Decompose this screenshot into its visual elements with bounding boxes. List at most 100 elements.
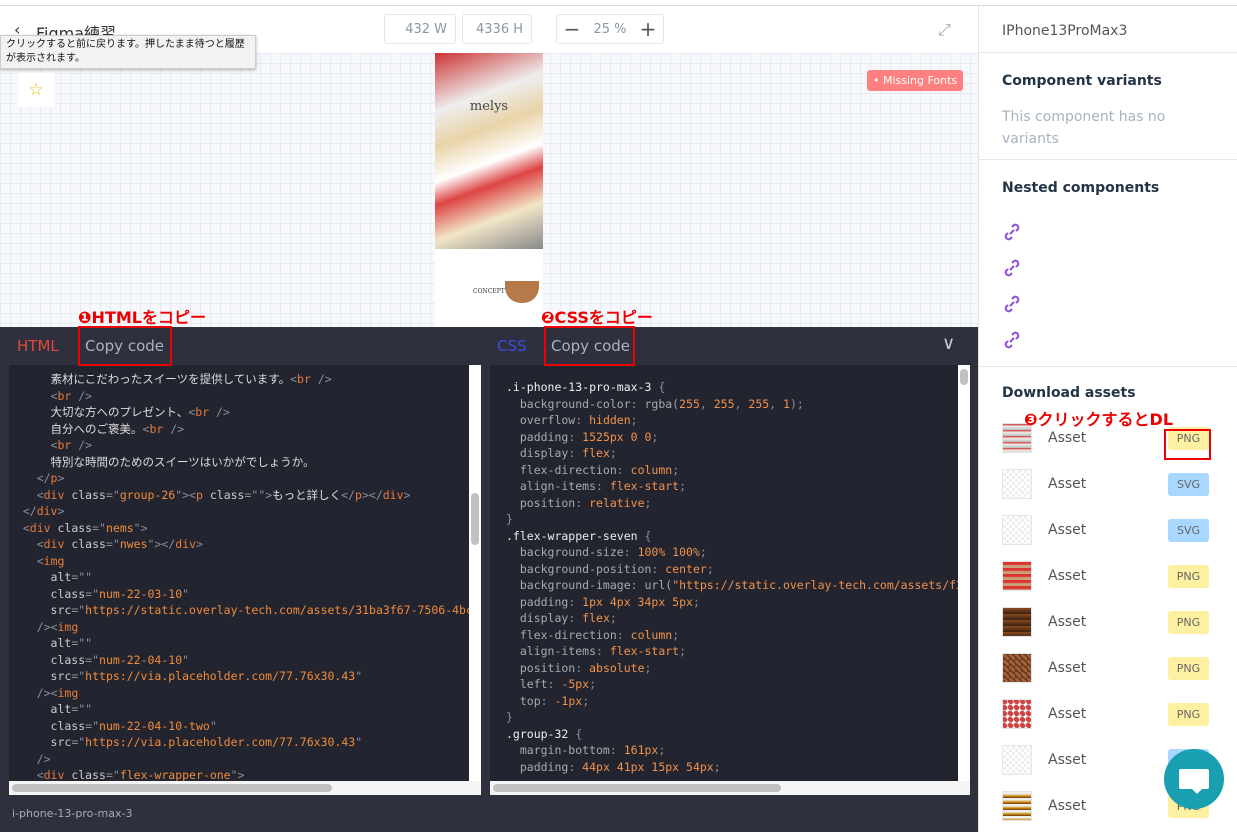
css-horizontal-scrollbar[interactable] xyxy=(490,781,970,795)
link-icon[interactable] xyxy=(1002,322,1214,358)
code-token: > xyxy=(57,504,65,518)
download-png-button[interactable]: PNG xyxy=(1168,656,1209,680)
code-token: : xyxy=(616,627,631,642)
code-token: src xyxy=(9,669,72,683)
asset-row: Asset PNG xyxy=(1002,645,1237,691)
code-line: /><img xyxy=(9,619,481,636)
code-token: -1px xyxy=(554,693,583,708)
download-png-button[interactable]: PNG xyxy=(1168,702,1209,726)
width-field[interactable]: 432 W xyxy=(384,14,456,44)
code-token: position xyxy=(506,660,576,675)
code-token: src xyxy=(9,735,72,749)
link-icon[interactable] xyxy=(1002,250,1214,286)
zoom-out-button[interactable]: − xyxy=(564,17,581,41)
code-token: class xyxy=(64,537,106,551)
code-token: num-22-04-10-two xyxy=(99,718,210,733)
code-token: /> xyxy=(71,388,93,403)
code-token: , xyxy=(734,396,749,411)
code-line: background-size: 100% 100%; xyxy=(506,544,970,561)
code-line: <br /> xyxy=(9,388,481,405)
code-line: 素材にこだわったスイーツを提供しています。<br /> xyxy=(9,371,481,388)
code-token: img xyxy=(43,553,65,568)
code-token: p xyxy=(195,487,203,502)
code-token: ="" xyxy=(71,570,93,584)
code-token: 255 xyxy=(713,396,735,411)
code-token: class xyxy=(9,586,86,601)
code-token: 特別な時間のためのスイーツはいかがでしょうか。 xyxy=(9,454,315,469)
code-token: flex-start xyxy=(609,644,680,658)
code-token: : xyxy=(596,644,610,658)
chat-button[interactable] xyxy=(1164,749,1224,809)
code-token: "> xyxy=(133,520,148,535)
frame-preview[interactable]: melys CONCEPT xyxy=(435,53,543,327)
code-line: background-position: center; xyxy=(506,561,970,578)
design-canvas[interactable]: ☆ melys CONCEPT • Missing Fonts xyxy=(0,53,978,327)
code-token: : xyxy=(630,396,645,411)
code-token: , xyxy=(769,396,784,411)
preview-concept: CONCEPT xyxy=(473,288,505,295)
code-token: < xyxy=(9,438,58,452)
code-token: ; xyxy=(644,495,652,510)
code-token: ; xyxy=(582,693,590,708)
chevron-down-icon[interactable]: ∨ xyxy=(942,333,955,354)
code-line: src="https://via.placeholder.com/77.76x3… xyxy=(9,734,481,751)
tab-css[interactable]: CSS xyxy=(497,337,527,355)
code-token: class xyxy=(64,487,106,502)
code-line: position: relative; xyxy=(506,495,970,512)
code-token: : xyxy=(616,462,631,477)
code-line: padding: 1525px 0 0; xyxy=(506,429,970,446)
code-line: .i-phone-13-pro-max-3 { xyxy=(506,379,970,396)
code-token: } xyxy=(506,512,513,526)
code-token: < xyxy=(290,372,298,386)
asset-thumbnail xyxy=(1002,791,1032,821)
code-token: 1525px 0 0 xyxy=(582,429,652,444)
tab-html[interactable]: HTML xyxy=(17,337,59,355)
selected-layer-name: i-phone-13-pro-max-3 xyxy=(12,807,133,820)
asset-name: Asset xyxy=(1048,752,1087,768)
asset-row: Asset PNG xyxy=(1002,691,1237,737)
variants-section: Component variants This component has no… xyxy=(979,53,1237,160)
asset-thumbnail xyxy=(1002,653,1032,683)
code-line: align-items: flex-start; xyxy=(506,643,970,660)
asset-row: Asset SVG xyxy=(1002,507,1237,553)
zoom-in-button[interactable]: + xyxy=(640,17,657,41)
download-svg-button[interactable]: SVG xyxy=(1168,518,1209,542)
css-code-view[interactable]: .i-phone-13-pro-max-3 { background-color… xyxy=(490,365,970,795)
code-token: ; xyxy=(630,413,638,427)
code-token: nwes xyxy=(119,537,148,551)
download-svg-button[interactable]: SVG xyxy=(1168,472,1209,496)
html-code-view[interactable]: 素材にこだわったスイーツを提供しています。<br /> <br /> 大切な方へ… xyxy=(9,365,481,795)
expand-icon[interactable]: ⤢ xyxy=(938,20,951,40)
html-vertical-scrollbar[interactable] xyxy=(469,365,481,781)
code-token: , xyxy=(699,396,714,411)
code-line: </p> xyxy=(9,470,481,487)
download-png-button[interactable]: PNG xyxy=(1168,564,1209,588)
code-token: </ xyxy=(9,504,37,518)
code-token: ; xyxy=(589,677,597,691)
variants-title: Component variants xyxy=(1002,73,1162,89)
code-token: =" xyxy=(92,520,106,535)
code-token: ); xyxy=(789,396,804,411)
height-field[interactable]: 4336 H xyxy=(462,14,532,44)
code-token: rgba( xyxy=(644,396,680,411)
css-vertical-scrollbar[interactable] xyxy=(958,365,970,781)
star-icon[interactable]: ☆ xyxy=(18,73,54,107)
download-png-button[interactable]: PNG xyxy=(1168,610,1209,634)
code-line: display: flex; xyxy=(506,610,970,627)
code-token: flex xyxy=(582,446,610,460)
missing-fonts-badge[interactable]: • Missing Fonts xyxy=(867,70,964,91)
code-token: 1 xyxy=(783,396,790,411)
code-line: flex-direction: column; xyxy=(506,462,970,479)
code-token: : xyxy=(568,594,583,609)
code-token: "https://static.overlay-tech.com/assets/… xyxy=(672,578,970,592)
html-horizontal-scrollbar[interactable] xyxy=(9,781,481,795)
link-icon[interactable] xyxy=(1002,286,1214,322)
code-token: align-items xyxy=(506,479,597,493)
zoom-control: − 25 % + xyxy=(556,14,664,44)
asset-thumbnail xyxy=(1002,469,1032,499)
code-token: /> xyxy=(209,405,230,419)
code-token: } xyxy=(506,710,513,724)
link-icon[interactable] xyxy=(1002,214,1214,250)
code-token: absolute xyxy=(589,660,645,675)
code-token: ></ xyxy=(361,487,383,502)
